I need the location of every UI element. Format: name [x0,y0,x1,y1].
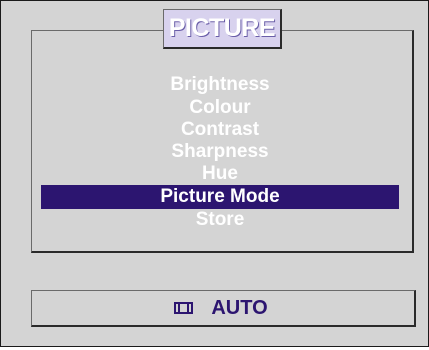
menu-title-tab: PICTURE [163,9,282,49]
menu-title: PICTURE [168,14,276,42]
status-mode-label: AUTO [211,296,268,319]
status-bar: AUTO [31,290,416,327]
menu-item-picture-mode[interactable]: Picture Mode [41,185,399,209]
menu-item-store[interactable]: Store [41,209,399,231]
menu-item-contrast[interactable]: Contrast [41,119,399,141]
screen-mode-icon [174,302,194,314]
menu-item-brightness[interactable]: Brightness [41,73,399,97]
picture-menu: Brightness Colour Contrast Sharpness Hue… [41,73,399,231]
osd-window: PICTURE Brightness Colour Contrast Sharp… [0,0,429,347]
menu-item-hue[interactable]: Hue [41,163,399,185]
menu-item-colour[interactable]: Colour [41,97,399,119]
menu-item-sharpness[interactable]: Sharpness [41,141,399,163]
